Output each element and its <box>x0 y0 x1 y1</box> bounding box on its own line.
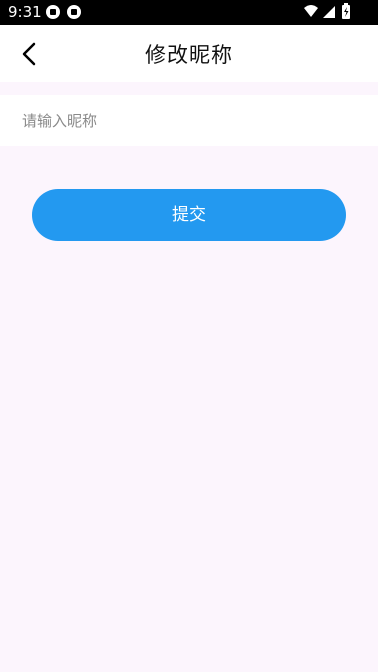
signal-icon <box>323 6 335 18</box>
page-title: 修改昵称 <box>145 43 233 67</box>
header-bar: 修改昵称 <box>0 25 378 82</box>
notification-icon <box>46 5 60 19</box>
status-icons <box>298 0 378 25</box>
nickname-input[interactable] <box>22 95 362 146</box>
status-bar: 9:31 <box>0 0 378 25</box>
battery-charging-icon <box>342 3 350 19</box>
nickname-input-row <box>0 95 378 146</box>
status-indicators <box>304 3 350 19</box>
notification-icon <box>67 5 81 19</box>
submit-button[interactable]: 提交 <box>32 189 346 241</box>
status-time: 9:31 <box>8 3 42 21</box>
wifi-icon <box>304 5 318 17</box>
